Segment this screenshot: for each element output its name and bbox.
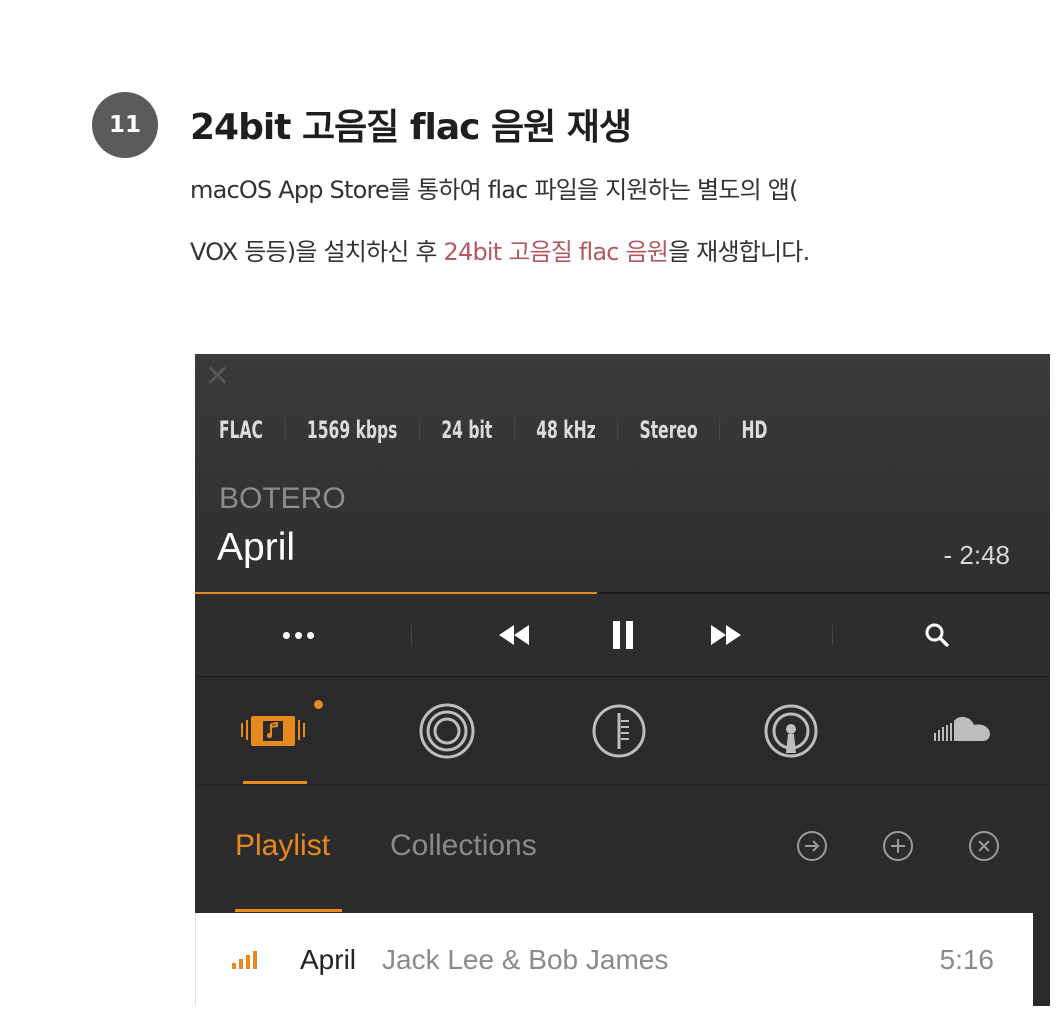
now-playing-bars-icon [232,951,257,969]
fast-forward-button[interactable] [703,594,749,676]
transport-controls: ••• [195,594,1050,677]
description-highlight: 24bit 고음질 flac 음원 [443,238,669,266]
control-divider [410,594,412,676]
description-line-2: VOX 등등)을 설치하신 후 24bit 고음질 flac 음원을 재생합니다… [190,232,1060,267]
source-podcast[interactable] [751,701,831,761]
more-button[interactable]: ••• [270,594,330,676]
radio-dial-icon [592,704,646,758]
source-collections[interactable] [407,701,487,761]
close-circle-icon [969,831,999,861]
search-button[interactable] [917,594,957,676]
active-source-indicator [243,781,307,784]
tab-playlist[interactable]: Playlist [235,829,330,863]
fast-forward-icon [711,625,741,645]
scrollbar[interactable] [1033,913,1050,1006]
source-local-music[interactable] [233,701,313,761]
time-remaining: - 2:48 [943,540,1011,570]
format-bit-depth: 24 bit [441,416,493,444]
step-title: 24bit 고음질 flac 음원 재생 [190,107,632,148]
music-player-icon [241,716,305,746]
source-soundcloud[interactable] [923,701,1003,761]
search-icon [925,623,949,647]
table-row[interactable]: April Jack Lee & Bob James 5:16 [195,913,1034,1006]
format-codec: FLAC [219,416,263,444]
rings-icon [419,703,475,759]
soundcloud-icon [934,716,990,741]
rewind-button[interactable] [491,594,537,676]
add-button[interactable] [881,829,915,863]
format-sample-rate: 48 kHz [536,416,596,444]
source-bar [195,677,1050,785]
format-channels: Stereo [639,416,698,444]
pause-icon [613,621,633,649]
new-content-dot [314,700,323,709]
now-playing-panel: ✕ FLAC 1569 kbps 24 bit 48 kHz Stereo HD… [195,354,1050,592]
rewind-icon [499,625,529,645]
track-title: April [300,944,357,975]
active-tab-indicator [235,909,342,912]
clear-button[interactable] [967,829,1001,863]
description-text-end: 을 재생합니다. [668,238,810,266]
source-radio[interactable] [579,701,659,761]
plus-circle-icon [883,831,913,861]
vox-player-window: ✕ FLAC 1569 kbps 24 bit 48 kHz Stereo HD… [195,354,1050,1006]
control-divider [831,594,833,676]
close-icon[interactable]: ✕ [205,362,230,392]
description-line-1: macOS App Store를 통하여 flac 파일을 지원하는 별도의 앱… [190,176,798,204]
arrow-right-circle-icon [797,831,827,861]
format-bitrate: 1569 kbps [306,416,398,444]
tab-collections[interactable]: Collections [390,829,537,863]
now-playing-title: April [217,526,296,569]
description-text: VOX 등등)을 설치하신 후 [190,238,444,266]
step-number-badge: 11 [92,92,158,158]
go-to-button[interactable] [795,829,829,863]
pause-button[interactable] [603,594,643,676]
audio-format-info: FLAC 1569 kbps 24 bit 48 kHz Stereo HD [219,416,767,444]
now-playing-artist: BOTERO [219,482,346,515]
track-duration: 5:16 [939,944,995,975]
library-tabs: Playlist Collections [195,785,1050,913]
format-hd-badge: HD [741,416,768,444]
podcast-icon [764,704,818,758]
track-artist: Jack Lee & Bob James [382,944,669,975]
